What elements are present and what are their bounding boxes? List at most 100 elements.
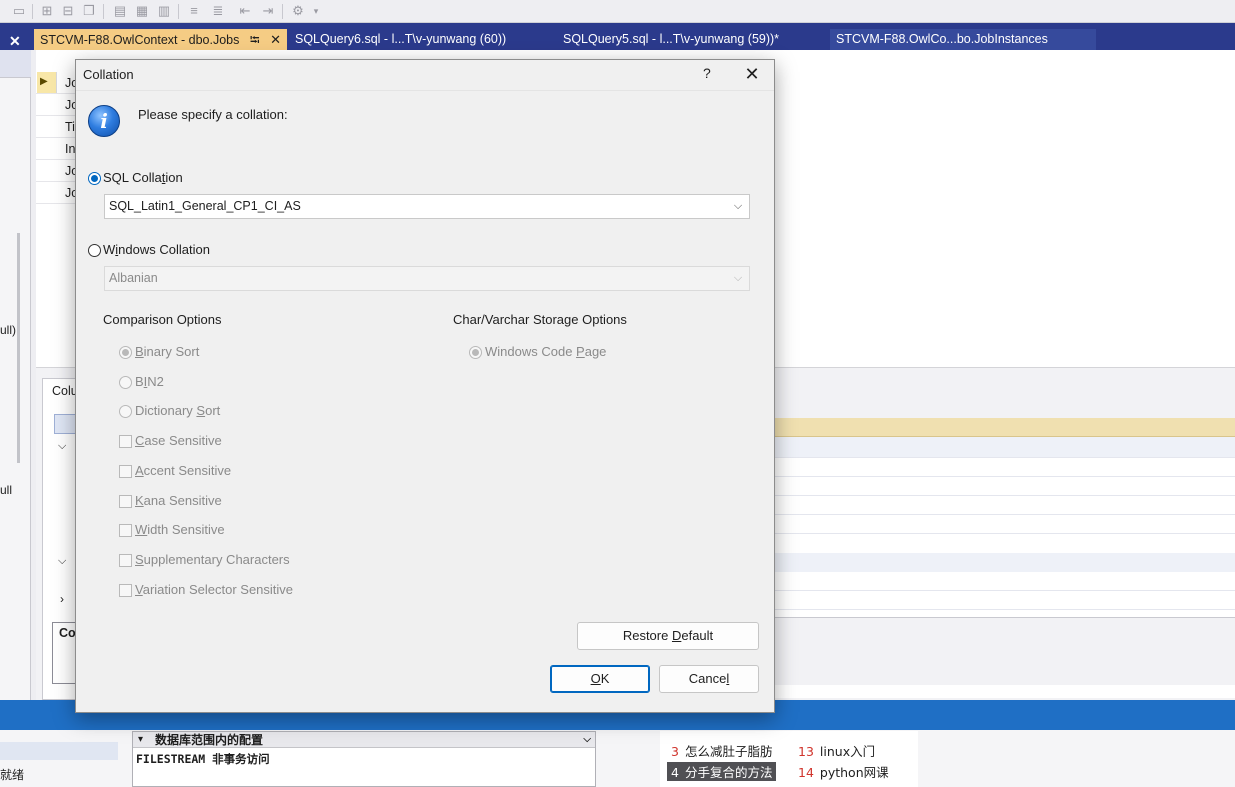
toolbar-separator bbox=[178, 4, 179, 19]
properties-tab-label: Colu bbox=[52, 384, 78, 398]
increase-indent-icon[interactable]: ⇥ bbox=[260, 3, 276, 19]
generate-script-icon[interactable]: ▤ bbox=[112, 3, 128, 19]
chevron-down-icon[interactable]: ⌵ bbox=[58, 555, 66, 568]
label-part: Cance bbox=[688, 671, 727, 686]
config-row-filestream[interactable]: FILESTREAM 非事务访问 bbox=[136, 751, 270, 767]
access-key: O bbox=[590, 671, 601, 686]
prompt-text: Please specify a collation: bbox=[138, 107, 288, 122]
label-part: age bbox=[584, 344, 607, 359]
toolbar-separator bbox=[32, 4, 33, 19]
kana-sensitive-label[interactable]: Kana Sensitive bbox=[135, 493, 222, 508]
relationship-icon[interactable]: ⊞ bbox=[39, 3, 55, 19]
windows-collation-label[interactable]: Windows Collation bbox=[103, 242, 210, 257]
sql-collation-value: SQL_Latin1_General_CP1_CI_AS bbox=[109, 199, 301, 213]
table-icon[interactable]: ▦ bbox=[134, 3, 150, 19]
close-icon[interactable]: ✕ bbox=[270, 29, 281, 50]
accent-sensitive-label[interactable]: Accent Sensitive bbox=[135, 463, 231, 478]
windows-code-page-label[interactable]: Windows Code Page bbox=[485, 344, 606, 359]
label-part: upplementary Characters bbox=[143, 552, 290, 567]
options-icon[interactable]: ⚙ bbox=[290, 3, 306, 19]
bin2-label[interactable]: BIN2 bbox=[135, 374, 164, 389]
list-item[interactable]: 14 python网课 bbox=[798, 762, 889, 781]
collapse-icon[interactable]: ▾ bbox=[138, 732, 143, 748]
categorized-icon[interactable] bbox=[54, 414, 76, 434]
config-section-header[interactable]: ▾ 数据库范围内的配置 ⌵ bbox=[133, 732, 595, 748]
scrollbar[interactable] bbox=[17, 233, 20, 463]
kana-sensitive-checkbox[interactable] bbox=[119, 495, 132, 508]
case-sensitive-label[interactable]: Case Sensitive bbox=[135, 433, 222, 448]
width-sensitive-label[interactable]: Width Sensitive bbox=[135, 522, 225, 537]
windows-code-page-radio[interactable] bbox=[469, 346, 482, 359]
chevron-down-icon[interactable]: ⌵ bbox=[730, 267, 746, 290]
sql-collation-select[interactable]: SQL_Latin1_General_CP1_CI_AS ⌵ bbox=[104, 194, 750, 219]
tab-dbo-jobs[interactable]: STCVM-F88.OwlContext - dbo.Jobs ⭾ ✕ bbox=[34, 29, 288, 50]
access-key: C bbox=[135, 433, 145, 448]
ok-button[interactable]: OK bbox=[550, 665, 650, 693]
chevron-down-icon[interactable]: ⌵ bbox=[58, 440, 66, 453]
access-key: B bbox=[135, 344, 144, 359]
variation-selector-sensitive-label[interactable]: Variation Selector Sensitive bbox=[135, 582, 293, 597]
binary-sort-radio[interactable] bbox=[119, 346, 132, 359]
list-item[interactable]: 13 linux入门 bbox=[798, 741, 875, 760]
list-item-label: linux入门 bbox=[819, 744, 876, 759]
chevron-right-icon[interactable]: › bbox=[60, 592, 64, 606]
width-sensitive-checkbox[interactable] bbox=[119, 524, 132, 537]
close-button[interactable]: ✕ bbox=[740, 63, 764, 85]
binary-sort-label[interactable]: Binary Sort bbox=[135, 344, 199, 359]
uncomment-icon[interactable]: ≣ bbox=[210, 3, 226, 19]
label-part: K bbox=[600, 671, 610, 686]
access-key: S bbox=[196, 403, 206, 418]
windows-collation-radio[interactable] bbox=[88, 244, 101, 257]
access-key: V bbox=[135, 582, 143, 597]
tab-label: SQLQuery6.sql - l...T\v-yunwang (60)) bbox=[295, 32, 507, 46]
tab-sqlquery5[interactable]: SQLQuery5.sql - l...T\v-yunwang (59))* bbox=[557, 29, 785, 50]
restore-default-button[interactable]: Restore Default bbox=[577, 622, 759, 650]
tab-label: STCVM-F88.OwlContext - dbo.Jobs bbox=[40, 33, 240, 47]
overflow-chevron-icon[interactable]: ▾ bbox=[308, 3, 324, 19]
config-section-title: 数据库范围内的配置 bbox=[155, 733, 264, 747]
chevron-down-icon[interactable]: ⌵ bbox=[583, 732, 591, 748]
comment-icon[interactable]: ≡ bbox=[186, 3, 202, 19]
property-row bbox=[775, 553, 1235, 572]
property-row bbox=[775, 590, 1235, 591]
list-item-label: python网课 bbox=[819, 765, 889, 780]
status-text: 就绪 bbox=[0, 768, 25, 782]
cancel-button[interactable]: Cancel bbox=[659, 665, 759, 693]
decrease-indent-icon[interactable]: ⇤ bbox=[237, 3, 253, 19]
list-item[interactable]: 4 分手复合的方法 bbox=[667, 762, 777, 781]
sql-collation-radio[interactable] bbox=[88, 172, 101, 185]
property-row-selected[interactable] bbox=[775, 437, 1235, 457]
label-part: efault bbox=[681, 628, 714, 643]
label-part: ion bbox=[165, 170, 183, 185]
rank-number: 13 bbox=[798, 744, 814, 759]
accent-sensitive-checkbox[interactable] bbox=[119, 465, 132, 478]
variation-selector-sensitive-checkbox[interactable] bbox=[119, 584, 132, 597]
save-icon[interactable]: ▭ bbox=[11, 3, 27, 19]
label-part: SQL Colla bbox=[103, 170, 162, 185]
label-part: Windows Code bbox=[485, 344, 577, 359]
supplementary-characters-checkbox[interactable] bbox=[119, 554, 132, 567]
label-part: ccent Sensitive bbox=[143, 463, 232, 478]
tab-sqlquery6[interactable]: SQLQuery6.sql - l...T\v-yunwang (60)) bbox=[289, 29, 512, 50]
windows-collation-select[interactable]: Albanian ⌵ bbox=[104, 266, 750, 291]
help-button[interactable]: ? bbox=[703, 65, 711, 81]
keys-icon[interactable]: ▥ bbox=[156, 3, 172, 19]
pin-icon[interactable]: ⭾ bbox=[250, 29, 260, 50]
chevron-down-icon[interactable]: ⌵ bbox=[730, 195, 746, 218]
tab-jobinstances[interactable]: STCVM-F88.OwlCo...bo.JobInstances bbox=[830, 29, 1096, 50]
bin2-radio[interactable] bbox=[119, 376, 132, 389]
tab-label: SQLQuery5.sql - l...T\v-yunwang (59))* bbox=[563, 32, 780, 46]
object-explorer-header bbox=[0, 50, 31, 78]
list-item[interactable]: 3 怎么减肚子脂肪 bbox=[671, 741, 772, 760]
windows-collation-value: Albanian bbox=[109, 271, 158, 285]
sql-collation-label[interactable]: SQL Collation bbox=[103, 170, 183, 185]
tab-label: STCVM-F88.OwlCo...bo.JobInstances bbox=[836, 32, 1048, 46]
dictionary-sort-radio[interactable] bbox=[119, 405, 132, 418]
copy-icon[interactable]: ❐ bbox=[81, 3, 97, 19]
indexes-icon[interactable]: ⊟ bbox=[60, 3, 76, 19]
case-sensitive-checkbox[interactable] bbox=[119, 435, 132, 448]
close-icon[interactable]: ✕ bbox=[9, 33, 21, 50]
supplementary-characters-label[interactable]: Supplementary Characters bbox=[135, 552, 290, 567]
property-row bbox=[775, 495, 1235, 496]
dictionary-sort-label[interactable]: Dictionary Sort bbox=[135, 403, 220, 418]
